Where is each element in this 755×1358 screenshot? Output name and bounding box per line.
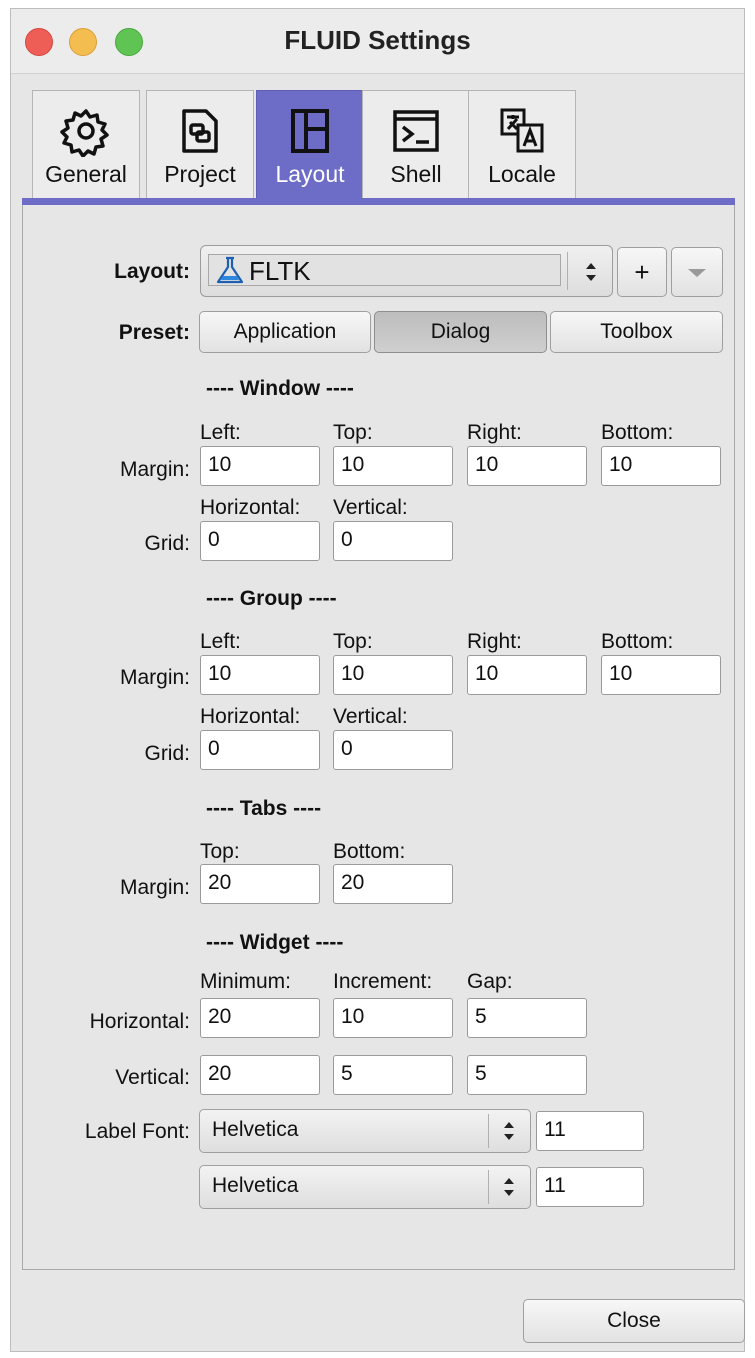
updown-icon	[504, 1122, 514, 1140]
tabs-section-heading: ---- Tabs ----	[206, 797, 322, 820]
group-bottom-header: Bottom:	[601, 630, 674, 653]
tab-shell-label: Shell	[390, 161, 442, 187]
tab-locale[interactable]: Locale	[468, 90, 576, 198]
tab-project-label: Project	[164, 161, 236, 187]
group-margin-left-input[interactable]: 10	[200, 655, 320, 695]
close-button[interactable]: Close	[523, 1299, 745, 1343]
tab-underline	[22, 198, 735, 205]
group-horizontal-header: Horizontal:	[200, 705, 301, 728]
label-size-input[interactable]: 11	[536, 1111, 644, 1151]
group-margin-top-input[interactable]: 10	[333, 655, 453, 695]
widget-horizontal-label: Horizontal:	[89, 1010, 190, 1033]
text-font-value: Helvetica	[212, 1174, 299, 1197]
window-bottom-header: Bottom:	[601, 421, 674, 444]
preset-dialog-button[interactable]: Dialog	[374, 311, 547, 353]
layout-name-field[interactable]: FLTK	[208, 254, 561, 286]
widget-vertical-increment-input[interactable]: 5	[333, 1055, 453, 1095]
flask-icon	[216, 256, 244, 284]
group-grid-vertical-input[interactable]: 0	[333, 730, 453, 770]
translate-icon	[500, 108, 544, 153]
window-left-header: Left:	[200, 421, 241, 444]
window-vertical-header: Vertical:	[333, 496, 408, 519]
window-margin-left-input[interactable]: 10	[200, 446, 320, 486]
tabs-bottom-header: Bottom:	[333, 840, 406, 863]
label-font-label: Label Font:	[84, 1120, 190, 1143]
group-top-header: Top:	[333, 630, 373, 653]
title-bar: FLUID Settings	[11, 9, 744, 74]
layout-name-value: FLTK	[249, 256, 311, 286]
label-font-value: Helvetica	[212, 1118, 299, 1141]
widget-vertical-gap-input[interactable]: 5	[467, 1055, 587, 1095]
window-margin-bottom-input[interactable]: 10	[601, 446, 721, 486]
updown-icon	[504, 1178, 514, 1196]
tab-layout[interactable]: Layout	[256, 90, 364, 198]
text-font-divider	[488, 1170, 489, 1204]
widget-section-heading: ---- Widget ----	[206, 931, 344, 954]
widget-horizontal-increment-input[interactable]: 10	[333, 998, 453, 1038]
group-left-header: Left:	[200, 630, 241, 653]
tab-general[interactable]: General	[32, 90, 140, 198]
widget-vertical-label: Vertical:	[115, 1066, 190, 1089]
preset-label: Preset:	[118, 321, 190, 344]
layout-selector[interactable]: FLTK	[200, 245, 613, 297]
group-margin-label: Margin:	[119, 666, 190, 689]
window-grid-horizontal-input[interactable]: 0	[200, 521, 320, 561]
tab-shell[interactable]: Shell	[362, 90, 470, 198]
window-grid-label: Grid:	[144, 532, 190, 555]
label-font-divider	[488, 1114, 489, 1148]
layout-icon	[291, 109, 329, 153]
tab-project[interactable]: Project	[146, 90, 254, 198]
widget-horizontal-minimum-input[interactable]: 20	[200, 998, 320, 1038]
layout-menu-button[interactable]	[671, 247, 723, 297]
window-title: FLUID Settings	[284, 25, 471, 55]
group-section-heading: ---- Group ----	[206, 587, 337, 610]
preset-toolbox-button[interactable]: Toolbox	[550, 311, 723, 353]
window-right-header: Right:	[467, 421, 522, 444]
tab-general-label: General	[45, 161, 127, 187]
group-right-header: Right:	[467, 630, 522, 653]
tab-locale-label: Locale	[488, 161, 556, 187]
widget-minimum-header: Minimum:	[200, 970, 292, 993]
terminal-icon	[393, 110, 439, 152]
tab-layout-label: Layout	[275, 161, 345, 187]
add-layout-button[interactable]: +	[617, 247, 667, 297]
widget-horizontal-gap-input[interactable]: 5	[467, 998, 587, 1038]
project-icon	[182, 109, 218, 153]
widget-increment-header: Increment:	[333, 970, 433, 993]
group-margin-bottom-input[interactable]: 10	[601, 655, 721, 695]
window-margin-top-input[interactable]: 10	[333, 446, 453, 486]
updown-icon	[586, 263, 596, 281]
gear-icon	[60, 109, 109, 157]
label-font-select[interactable]: Helvetica	[199, 1109, 531, 1153]
group-vertical-header: Vertical:	[333, 705, 408, 728]
text-size-input[interactable]: 11	[536, 1167, 644, 1207]
layout-label: Layout:	[114, 260, 190, 283]
widget-vertical-minimum-input[interactable]: 20	[200, 1055, 320, 1095]
widget-gap-header: Gap:	[467, 970, 513, 993]
tabs-margin-label: Margin:	[119, 876, 190, 899]
window-margin-label: Margin:	[119, 458, 190, 481]
tabs-top-header: Top:	[200, 840, 240, 863]
window-margin-right-input[interactable]: 10	[467, 446, 587, 486]
text-font-select[interactable]: Helvetica	[199, 1165, 531, 1209]
preset-application-button[interactable]: Application	[199, 311, 371, 353]
group-margin-right-input[interactable]: 10	[467, 655, 587, 695]
group-grid-horizontal-input[interactable]: 0	[200, 730, 320, 770]
window-top-header: Top:	[333, 421, 373, 444]
layout-selector-divider	[567, 252, 568, 290]
window-grid-vertical-input[interactable]: 0	[333, 521, 453, 561]
group-grid-label: Grid:	[144, 742, 190, 765]
window-section-heading: ---- Window ----	[206, 377, 354, 400]
chevron-down-icon	[688, 269, 706, 277]
window-horizontal-header: Horizontal:	[200, 496, 301, 519]
tabs-margin-bottom-input[interactable]: 20	[333, 864, 453, 904]
tabs-margin-top-input[interactable]: 20	[200, 864, 320, 904]
